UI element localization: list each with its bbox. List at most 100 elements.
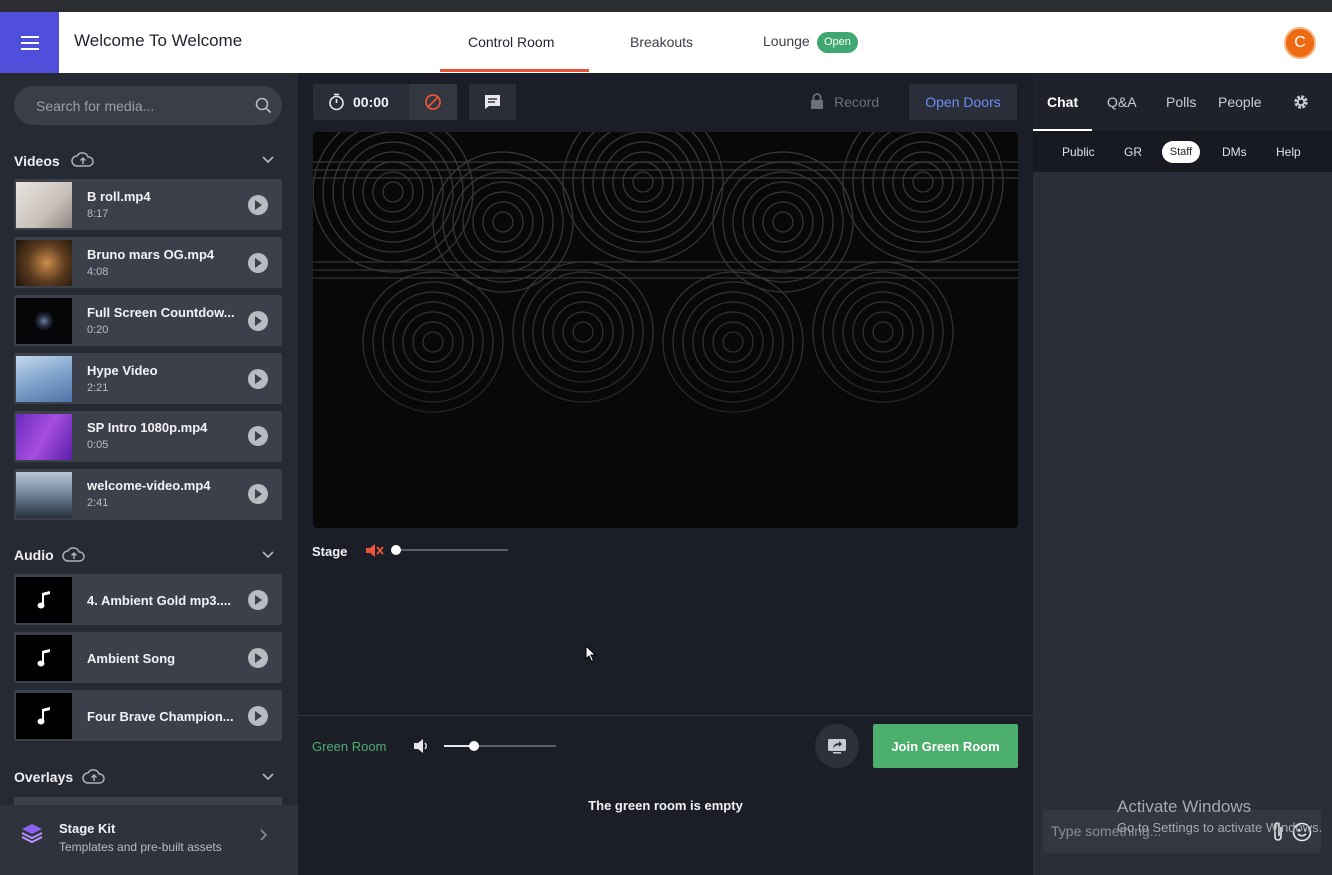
browser-chrome-strip (0, 0, 1332, 12)
video-thumbnail (16, 240, 72, 286)
video-thumbnail (16, 356, 72, 402)
stage-kit-title: Stage Kit (59, 821, 116, 836)
play-icon (255, 258, 262, 268)
video-name: Bruno mars OG.mp4 (87, 247, 215, 262)
active-tab-underline (440, 69, 589, 72)
subtab-public[interactable]: Public (1062, 145, 1095, 159)
music-note-icon (37, 707, 50, 725)
cloud-upload-icon[interactable] (71, 151, 95, 168)
video-name: B roll.mp4 (87, 189, 151, 204)
play-icon (255, 595, 262, 605)
stage-volume-slider[interactable] (396, 549, 508, 551)
green-room-divider (298, 715, 1033, 716)
tab-chat[interactable]: Chat (1047, 94, 1078, 110)
stage-kit-subtitle: Templates and pre-built assets (59, 840, 222, 854)
hamburger-menu-button[interactable] (0, 12, 59, 73)
video-duration: 0:20 (87, 324, 109, 336)
search-icon (255, 97, 272, 114)
play-button[interactable] (248, 369, 268, 389)
tab-breakouts[interactable]: Breakouts (630, 34, 693, 50)
play-button[interactable] (248, 195, 268, 215)
video-thumbnail (16, 182, 72, 228)
play-button[interactable] (248, 253, 268, 273)
video-name: welcome-video.mp4 (87, 478, 211, 493)
tab-qa[interactable]: Q&A (1107, 94, 1137, 110)
search-placeholder: Search for media... (36, 98, 155, 114)
overlays-section-title: Overlays (14, 769, 74, 785)
green-room-label: Green Room (312, 739, 387, 754)
tab-control-room[interactable]: Control Room (468, 34, 554, 50)
play-button[interactable] (248, 311, 268, 331)
audio-name: Four Brave Champion... (87, 709, 234, 724)
audio-thumbnail (16, 635, 72, 681)
audio-thumbnail (16, 577, 72, 623)
tab-lounge[interactable]: Lounge (763, 33, 810, 49)
video-duration: 0:05 (87, 439, 109, 451)
video-thumbnail (16, 298, 72, 344)
chevron-down-icon[interactable] (262, 551, 274, 559)
event-title: Welcome To Welcome (74, 31, 243, 50)
video-duration: 2:41 (87, 497, 109, 509)
gear-icon[interactable] (1293, 94, 1309, 110)
music-note-icon (37, 591, 50, 609)
open-doors-button[interactable]: Open Doors (909, 84, 1017, 120)
cloud-upload-icon[interactable] (62, 546, 86, 563)
music-note-icon (37, 649, 50, 667)
play-icon (255, 653, 262, 663)
record-button[interactable]: Record (834, 94, 879, 110)
video-name: Full Screen Countdow... (87, 305, 235, 320)
video-name: Hype Video (87, 363, 158, 378)
hamburger-icon (20, 35, 39, 50)
play-button[interactable] (248, 426, 268, 446)
chevron-down-icon[interactable] (262, 773, 274, 781)
join-green-room-button[interactable]: Join Green Room (873, 724, 1018, 768)
chevron-down-icon[interactable] (262, 156, 274, 164)
video-duration: 2:21 (87, 382, 109, 394)
video-name: SP Intro 1080p.mp4 (87, 420, 208, 435)
share-screen-button[interactable] (815, 724, 859, 768)
chevron-right-icon (260, 829, 268, 841)
play-button[interactable] (248, 706, 268, 726)
audio-section-title: Audio (14, 547, 54, 563)
cancel-icon (425, 94, 441, 110)
subtab-dms[interactable]: DMs (1222, 145, 1247, 159)
audio-thumbnail (16, 693, 72, 739)
mouse-cursor-icon (585, 645, 597, 663)
videos-section-title: Videos (14, 153, 60, 169)
timer-value: 00:00 (353, 94, 389, 110)
play-icon (255, 489, 262, 499)
subtab-staff[interactable]: Staff (1162, 141, 1200, 163)
stage-background-pattern (313, 132, 1018, 528)
play-icon (255, 200, 262, 210)
stage-video-preview[interactable] (313, 132, 1018, 528)
screen-share-icon (828, 739, 846, 754)
green-room-volume-knob[interactable] (469, 741, 479, 751)
play-button[interactable] (248, 590, 268, 610)
user-avatar[interactable]: C (1284, 27, 1316, 59)
muted-speaker-icon[interactable] (364, 542, 384, 559)
stage-volume-knob[interactable] (391, 545, 401, 555)
cloud-upload-icon[interactable] (82, 768, 106, 785)
speaker-icon[interactable] (413, 738, 429, 754)
chat-bubble-icon (485, 95, 500, 109)
play-icon (255, 374, 262, 384)
stopwatch-icon (329, 93, 344, 111)
video-duration: 8:17 (87, 208, 109, 220)
windows-activation-title: Activate Windows (1117, 797, 1252, 816)
green-room-empty-message: The green room is empty (588, 798, 743, 813)
subtab-help[interactable]: Help (1276, 145, 1301, 159)
video-thumbnail (16, 472, 72, 518)
play-button[interactable] (248, 648, 268, 668)
tab-polls[interactable]: Polls (1166, 94, 1196, 110)
stage-label: Stage (312, 544, 348, 559)
play-icon (255, 431, 262, 441)
subtab-gr[interactable]: GR (1124, 145, 1142, 159)
audio-name: Ambient Song (87, 651, 176, 666)
lounge-open-badge: Open (817, 32, 858, 53)
audio-name: 4. Ambient Gold mp3.... (87, 593, 231, 608)
play-button[interactable] (248, 484, 268, 504)
play-icon (255, 711, 262, 721)
tab-people[interactable]: People (1218, 94, 1262, 110)
overlay-item-partial[interactable] (14, 797, 282, 805)
chat-panel (1033, 73, 1332, 875)
